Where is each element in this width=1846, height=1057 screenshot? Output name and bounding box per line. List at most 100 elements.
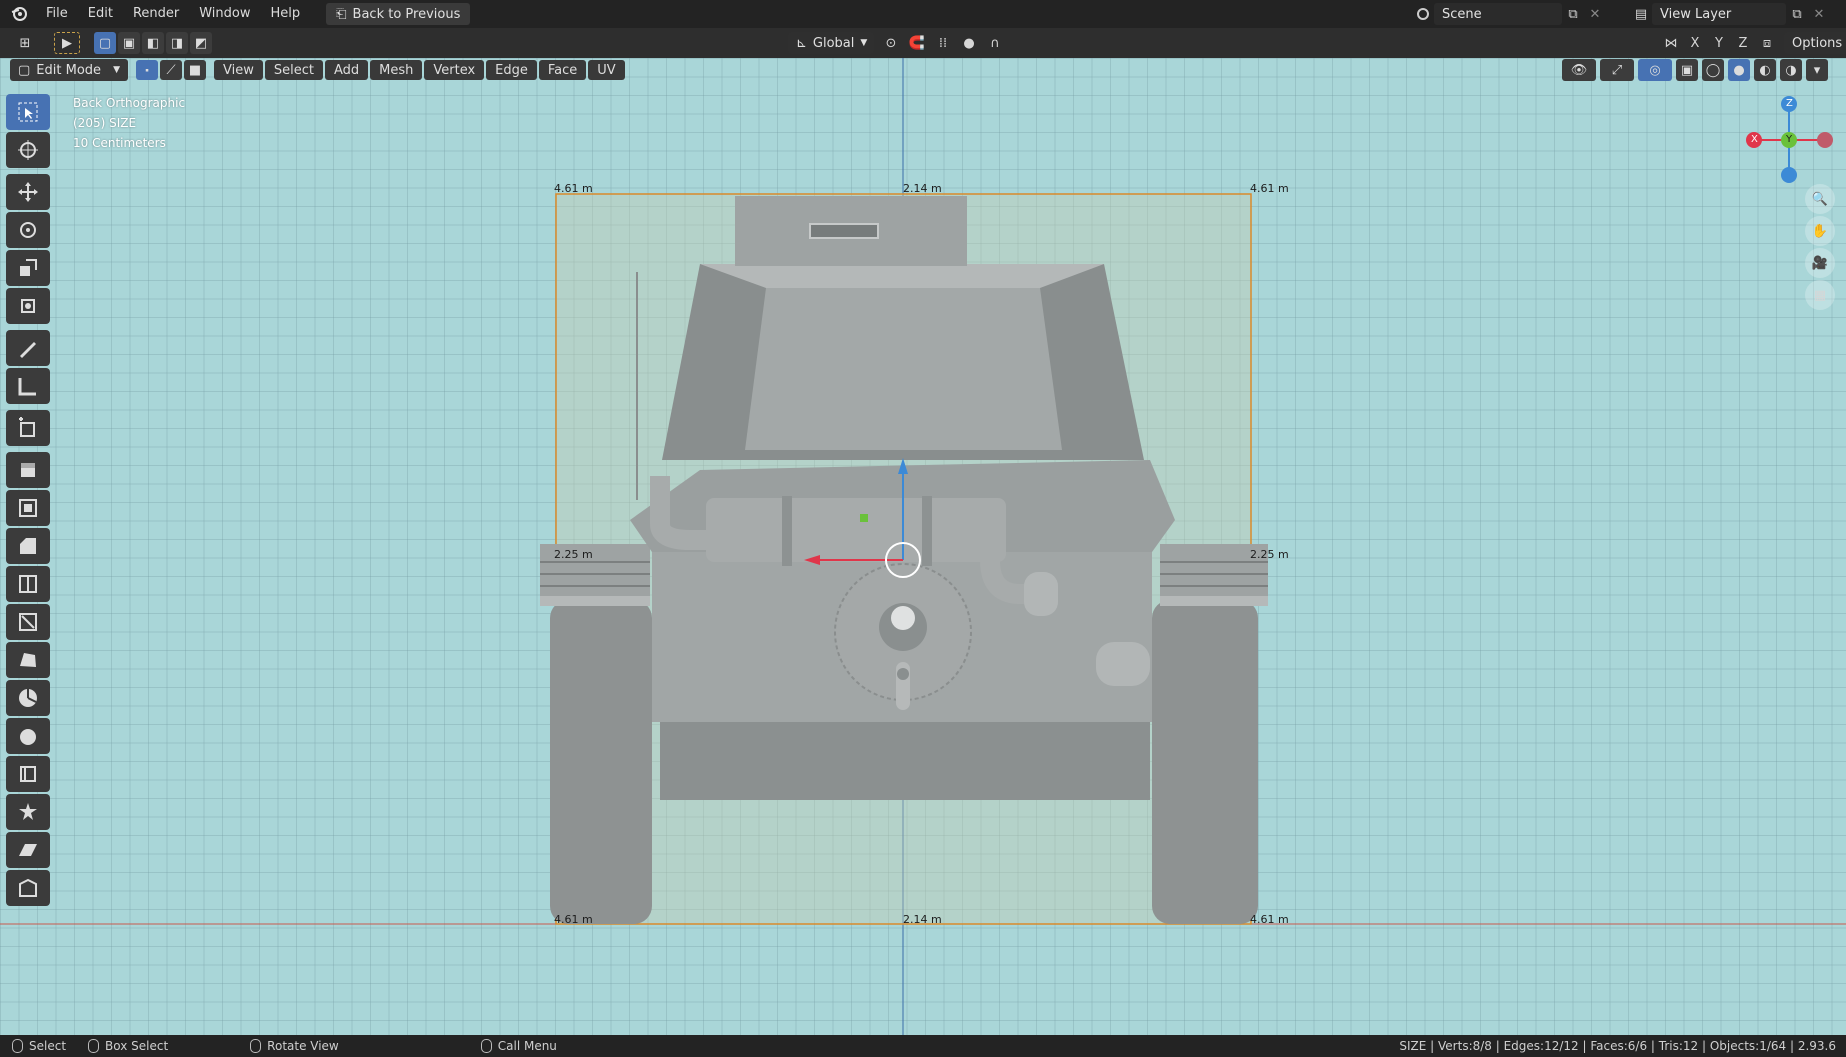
active-tool-icon[interactable]: ▶ xyxy=(54,32,80,54)
rotate-tool-icon[interactable] xyxy=(6,212,50,248)
dimension-top-left: 4.61 m xyxy=(554,182,593,195)
mode-dropdown[interactable]: ▢ Edit Mode ▼ xyxy=(10,59,128,81)
menu-add[interactable]: Add xyxy=(324,60,369,80)
blender-logo-icon[interactable] xyxy=(8,3,30,25)
camera-view-icon[interactable]: 🎥 xyxy=(1805,248,1835,278)
gizmo-neg-x-ball[interactable] xyxy=(1817,132,1833,148)
3d-viewport[interactable]: Back Orthographic (205) SIZE 10 Centimet… xyxy=(0,58,1846,1035)
mode-new-selection-icon[interactable]: ▢ xyxy=(94,32,116,54)
rip-tool-icon[interactable] xyxy=(6,870,50,906)
wireframe-shading-icon[interactable]: ◯ xyxy=(1702,59,1724,81)
face-select-icon[interactable]: ■ xyxy=(184,60,206,80)
view-layer-icon: ▤ xyxy=(1634,6,1648,22)
muffler xyxy=(706,498,1006,562)
smooth-tool-icon[interactable] xyxy=(6,718,50,754)
menu-window[interactable]: Window xyxy=(189,0,260,28)
orthographic-toggle-icon[interactable]: ▦ xyxy=(1805,280,1835,310)
menu-mesh[interactable]: Mesh xyxy=(370,60,423,80)
mode-intersect-selection-icon[interactable]: ◩ xyxy=(190,32,212,54)
editor-type-icon[interactable]: ⊞ xyxy=(10,32,40,54)
select-box-tool-icon[interactable] xyxy=(6,94,50,130)
gizmo-x-label: X xyxy=(1751,134,1758,145)
gizmo-neg-z-ball[interactable] xyxy=(1781,167,1797,183)
new-view-layer-icon[interactable]: ⧉ xyxy=(1786,3,1808,25)
blender-window: File Edit Render Window Help ⎗ Back to P… xyxy=(0,0,1846,1057)
visibility-icon[interactable]: 👁 xyxy=(1562,59,1596,81)
proportional-editing-icon[interactable]: ● xyxy=(958,32,980,54)
vertex-select-icon[interactable]: ⬝ xyxy=(136,60,158,80)
shrink-fatten-tool-icon[interactable] xyxy=(6,794,50,830)
menu-vertex[interactable]: Vertex xyxy=(424,60,485,80)
back-to-previous-button[interactable]: ⎗ Back to Previous xyxy=(326,3,471,25)
scale-tool-icon[interactable] xyxy=(6,250,50,286)
turret-rear-face xyxy=(745,288,1062,450)
tow-hook xyxy=(1096,642,1150,686)
measure-tool-icon[interactable] xyxy=(6,368,50,404)
menu-view[interactable]: View xyxy=(214,60,263,80)
mouse-middle-icon xyxy=(250,1039,262,1053)
mirror-options-icon[interactable]: ⋈ xyxy=(1660,32,1682,54)
shear-tool-icon[interactable] xyxy=(6,832,50,868)
right-track xyxy=(1152,600,1258,924)
menu-file[interactable]: File xyxy=(36,0,78,28)
auto-merge-icon[interactable]: ⧈ xyxy=(1756,32,1778,54)
mirror-y-toggle[interactable]: Y xyxy=(1708,32,1730,54)
view-layer-selector[interactable]: ▤ View Layer ⧉ ✕ xyxy=(1630,3,1830,25)
overlays-toggle-icon[interactable]: ◎ xyxy=(1638,59,1672,81)
mirror-z-toggle[interactable]: Z xyxy=(1732,32,1754,54)
menu-select[interactable]: Select xyxy=(264,60,323,80)
proportional-falloff-icon[interactable]: ∩ xyxy=(984,32,1006,54)
menu-uv[interactable]: UV xyxy=(588,60,625,80)
zoom-view-icon[interactable]: 🔍 xyxy=(1805,184,1835,214)
menu-face[interactable]: Face xyxy=(538,60,587,80)
mode-invert-selection-icon[interactable]: ◨ xyxy=(166,32,188,54)
cursor-tool-icon[interactable] xyxy=(6,132,50,168)
knife-tool-icon[interactable] xyxy=(6,604,50,640)
pivot-point-icon[interactable]: ⊙ xyxy=(880,32,902,54)
scene-icon xyxy=(1412,3,1434,25)
menu-help[interactable]: Help xyxy=(261,0,311,28)
rendered-shading-icon[interactable]: ◑ xyxy=(1780,59,1802,81)
move-tool-icon[interactable] xyxy=(6,174,50,210)
close-scene-icon[interactable]: ✕ xyxy=(1584,3,1606,25)
mode-label: Edit Mode xyxy=(36,62,102,78)
menu-edit[interactable]: Edit xyxy=(78,0,123,28)
poly-build-tool-icon[interactable] xyxy=(6,642,50,678)
edge-select-icon[interactable]: ⟋ xyxy=(160,60,182,80)
shading-options-icon[interactable]: ▾ xyxy=(1806,59,1828,81)
view-layer-name-field[interactable]: View Layer xyxy=(1652,3,1786,25)
snap-target-icon[interactable]: ⁞⁞ xyxy=(932,32,954,54)
transform-tool-icon[interactable] xyxy=(6,288,50,324)
menu-edge[interactable]: Edge xyxy=(486,60,537,80)
dimension-mid-left: 2.25 m xyxy=(554,548,593,561)
status-rotate-view: Rotate View xyxy=(250,1039,339,1053)
scene-selector[interactable]: Scene ⧉ ✕ xyxy=(1412,3,1606,25)
solid-shading-icon[interactable]: ● xyxy=(1728,59,1750,81)
top-menubar: File Edit Render Window Help ⎗ Back to P… xyxy=(0,0,1846,28)
scene-name-field[interactable]: Scene xyxy=(1434,3,1562,25)
snap-toggle-icon[interactable]: 🧲 xyxy=(906,32,928,54)
annotate-tool-icon[interactable] xyxy=(6,330,50,366)
loop-cut-tool-icon[interactable] xyxy=(6,566,50,602)
gizmo-y-handle[interactable] xyxy=(860,514,868,522)
gizmo-toggle-icon[interactable]: ⤢ xyxy=(1600,59,1634,81)
spin-tool-icon[interactable] xyxy=(6,680,50,716)
mirror-x-toggle[interactable]: X xyxy=(1684,32,1706,54)
menu-render[interactable]: Render xyxy=(123,0,189,28)
add-cube-tool-icon[interactable] xyxy=(6,410,50,446)
left-track xyxy=(550,600,652,924)
status-select-label: Select xyxy=(29,1039,67,1053)
transform-orientation-dropdown[interactable]: ⊾ Global ▼ xyxy=(788,32,874,54)
edge-slide-tool-icon[interactable] xyxy=(6,756,50,792)
new-scene-icon[interactable]: ⧉ xyxy=(1562,3,1584,25)
pan-view-icon[interactable]: ✋ xyxy=(1805,216,1835,246)
bevel-tool-icon[interactable] xyxy=(6,528,50,564)
xray-toggle-icon[interactable]: ▣ xyxy=(1676,59,1698,81)
mode-extend-selection-icon[interactable]: ▣ xyxy=(118,32,140,54)
options-dropdown[interactable]: Options ▼ xyxy=(1784,32,1846,54)
close-view-layer-icon[interactable]: ✕ xyxy=(1808,3,1830,25)
mode-subtract-selection-icon[interactable]: ◧ xyxy=(142,32,164,54)
inset-tool-icon[interactable] xyxy=(6,490,50,526)
extrude-tool-icon[interactable] xyxy=(6,452,50,488)
material-shading-icon[interactable]: ◐ xyxy=(1754,59,1776,81)
